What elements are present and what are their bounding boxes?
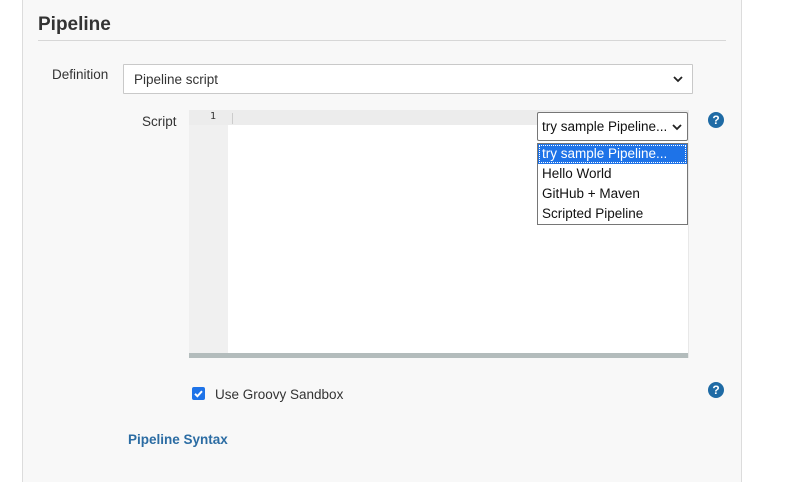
- definition-label: Definition: [52, 67, 109, 82]
- editor-horizontal-scrollbar[interactable]: [189, 353, 688, 358]
- dropdown-option-hello-world[interactable]: Hello World: [538, 164, 687, 184]
- script-label: Script: [142, 114, 177, 129]
- pipeline-syntax-link[interactable]: Pipeline Syntax: [128, 432, 228, 447]
- use-groovy-sandbox-label[interactable]: Use Groovy Sandbox: [215, 387, 343, 402]
- line-number: 1: [209, 111, 216, 122]
- sample-select-value: try sample Pipeline...: [542, 119, 668, 134]
- section-title: Pipeline: [38, 14, 111, 35]
- definition-select[interactable]: Pipeline script: [123, 64, 693, 94]
- use-groovy-sandbox-checkbox[interactable]: [192, 387, 205, 400]
- dropdown-option-github-maven[interactable]: GitHub + Maven: [538, 184, 687, 204]
- dropdown-option-try-sample[interactable]: try sample Pipeline...: [538, 144, 687, 164]
- dropdown-option-scripted-pipeline[interactable]: Scripted Pipeline: [538, 204, 687, 224]
- definition-select-value: Pipeline script: [134, 72, 219, 87]
- script-help-icon[interactable]: ?: [708, 112, 724, 128]
- editor-gutter: [189, 110, 228, 353]
- editor-cursor: [232, 113, 233, 124]
- chevron-down-icon: [672, 73, 684, 85]
- sandbox-help-icon[interactable]: ?: [708, 382, 724, 398]
- sample-pipeline-select[interactable]: try sample Pipeline...: [537, 112, 688, 141]
- sample-pipeline-dropdown: try sample Pipeline... Hello World GitHu…: [537, 143, 688, 225]
- chevron-down-icon: [671, 121, 683, 133]
- section-divider: [38, 40, 726, 41]
